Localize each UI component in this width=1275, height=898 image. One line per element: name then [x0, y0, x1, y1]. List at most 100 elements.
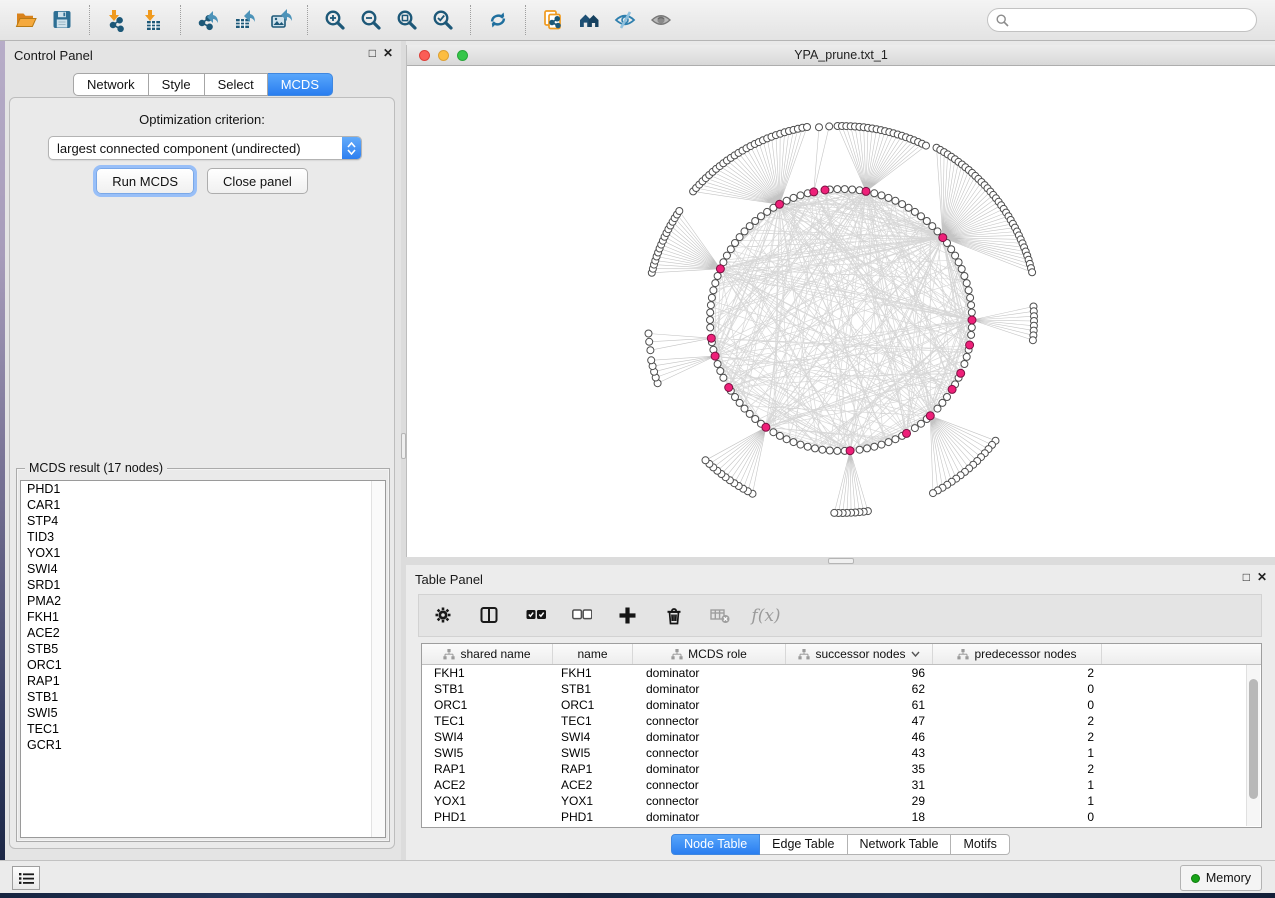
column-header-MCDS-role[interactable]: MCDS role [633, 644, 786, 664]
export-table-icon[interactable] [226, 4, 262, 36]
criterion-dropdown[interactable]: largest connected component (undirected) [48, 136, 362, 160]
zoom-out-icon[interactable] [353, 4, 389, 36]
mcds-node-item[interactable]: ACE2 [21, 625, 385, 641]
table-row[interactable]: RAP1RAP1dominator352 [422, 761, 1261, 777]
close-panel-button[interactable]: Close panel [207, 168, 308, 194]
mcds-node-item[interactable]: SWI4 [21, 561, 385, 577]
mcds-selected-node[interactable] [776, 200, 784, 208]
mcds-node-item[interactable]: TEC1 [21, 721, 385, 737]
table-row[interactable]: FKH1FKH1dominator962 [422, 665, 1261, 681]
close-panel-icon[interactable]: ✕ [383, 47, 393, 59]
tab-mcds[interactable]: MCDS [268, 73, 333, 96]
mcds-selected-node[interactable] [716, 265, 724, 273]
table-row[interactable]: ORC1ORC1dominator610 [422, 697, 1261, 713]
tab-edge-table[interactable]: Edge Table [760, 834, 847, 855]
tab-select[interactable]: Select [205, 73, 268, 96]
delete-column-icon[interactable] [661, 601, 687, 631]
table-row[interactable]: ACE2ACE2connector311 [422, 777, 1261, 793]
mcds-node-item[interactable]: RAP1 [21, 673, 385, 689]
mcds-selected-node[interactable] [926, 412, 934, 420]
table-scrollbar-thumb[interactable] [1249, 679, 1258, 799]
mcds-selected-node[interactable] [707, 334, 715, 342]
mcds-result-list[interactable]: PHD1CAR1STP4TID3YOX1SWI4SRD1PMA2FKH1ACE2… [20, 480, 386, 838]
mcds-selected-node[interactable] [846, 447, 854, 455]
mcds-node-item[interactable]: FKH1 [21, 609, 385, 625]
table-row[interactable]: SWI5SWI5connector431 [422, 745, 1261, 761]
mcds-selected-node[interactable] [968, 316, 976, 324]
mcds-selected-node[interactable] [725, 384, 733, 392]
mcds-node-item[interactable]: PHD1 [21, 481, 385, 497]
mcds-node-item[interactable]: CAR1 [21, 497, 385, 513]
mcds-selected-node[interactable] [966, 341, 974, 349]
new-network-from-selection-icon[interactable] [535, 4, 571, 36]
mcds-selected-node[interactable] [957, 369, 965, 377]
zoom-in-icon[interactable] [317, 4, 353, 36]
search-box[interactable] [987, 8, 1257, 32]
select-all-icon[interactable] [523, 601, 549, 631]
memory-button[interactable]: Memory [1180, 865, 1262, 891]
show-all-icon[interactable] [643, 4, 679, 36]
export-network-icon[interactable] [190, 4, 226, 36]
show-columns-icon[interactable] [477, 601, 503, 631]
network-graph-canvas[interactable] [407, 66, 1275, 557]
column-header-shared-name[interactable]: shared name [422, 644, 553, 664]
mcds-node-item[interactable]: STB1 [21, 689, 385, 705]
mcds-selected-node[interactable] [711, 352, 719, 360]
mcds-node-item[interactable]: YOX1 [21, 545, 385, 561]
float-table-panel-icon[interactable]: □ [1243, 571, 1250, 583]
table-row[interactable]: SWI4SWI4dominator462 [422, 729, 1261, 745]
tab-network[interactable]: Network [73, 73, 149, 96]
mcds-node-item[interactable]: STB5 [21, 641, 385, 657]
mcds-node-item[interactable]: ORC1 [21, 657, 385, 673]
float-panel-icon[interactable]: □ [369, 47, 376, 59]
first-neighbors-icon[interactable] [571, 4, 607, 36]
import-table-icon[interactable] [135, 4, 171, 36]
zoom-fit-icon[interactable] [389, 4, 425, 36]
table-row[interactable]: STB1STB1dominator620 [422, 681, 1261, 697]
mcds-selected-node[interactable] [810, 188, 818, 196]
tab-node-table[interactable]: Node Table [671, 834, 760, 855]
table-row[interactable]: TEC1TEC1connector472 [422, 713, 1261, 729]
mcds-selected-node[interactable] [903, 429, 911, 437]
run-mcds-button[interactable]: Run MCDS [96, 168, 194, 194]
mcds-node-item[interactable]: GCR1 [21, 737, 385, 753]
mcds-list-scrollbar[interactable] [371, 481, 385, 837]
column-header-name[interactable]: name [553, 644, 633, 664]
table-row[interactable]: YOX1YOX1connector291 [422, 793, 1261, 809]
zoom-selected-icon[interactable] [425, 4, 461, 36]
mcds-selected-node[interactable] [762, 423, 770, 431]
table-scrollbar[interactable] [1246, 665, 1260, 826]
tab-style[interactable]: Style [149, 73, 205, 96]
mcds-node-item[interactable]: STP4 [21, 513, 385, 529]
mcds-node-item[interactable]: SRD1 [21, 577, 385, 593]
network-window-titlebar[interactable]: YPA_prune.txt_1 [407, 45, 1275, 66]
save-session-icon[interactable] [44, 4, 80, 36]
tab-network-table[interactable]: Network Table [848, 834, 952, 855]
open-session-icon[interactable] [8, 4, 44, 36]
settings-icon[interactable] [431, 601, 457, 631]
mcds-selected-node[interactable] [948, 385, 956, 393]
maximize-window-icon[interactable] [457, 50, 468, 61]
deselect-all-icon[interactable] [569, 601, 595, 631]
horizontal-splitter-handle[interactable] [828, 558, 854, 564]
task-history-button[interactable] [12, 866, 40, 890]
add-column-icon[interactable] [615, 601, 641, 631]
column-header-predecessor-nodes[interactable]: predecessor nodes [933, 644, 1102, 664]
minimize-window-icon[interactable] [438, 50, 449, 61]
refresh-network-icon[interactable] [480, 4, 516, 36]
search-input[interactable] [1014, 10, 1254, 32]
hide-selected-icon[interactable] [607, 4, 643, 36]
table-row[interactable]: PHD1PHD1dominator180 [422, 809, 1261, 825]
column-header-successor-nodes[interactable]: successor nodes [786, 644, 933, 664]
close-window-icon[interactable] [419, 50, 430, 61]
export-image-icon[interactable] [262, 4, 298, 36]
mcds-node-item[interactable]: PMA2 [21, 593, 385, 609]
import-network-icon[interactable] [99, 4, 135, 36]
mcds-node-item[interactable]: TID3 [21, 529, 385, 545]
horizontal-splitter[interactable] [406, 557, 1275, 565]
mcds-selected-node[interactable] [862, 187, 870, 195]
tab-motifs[interactable]: Motifs [951, 834, 1009, 855]
mcds-node-item[interactable]: SWI5 [21, 705, 385, 721]
mcds-selected-node[interactable] [939, 234, 947, 242]
mcds-selected-node[interactable] [821, 186, 829, 194]
